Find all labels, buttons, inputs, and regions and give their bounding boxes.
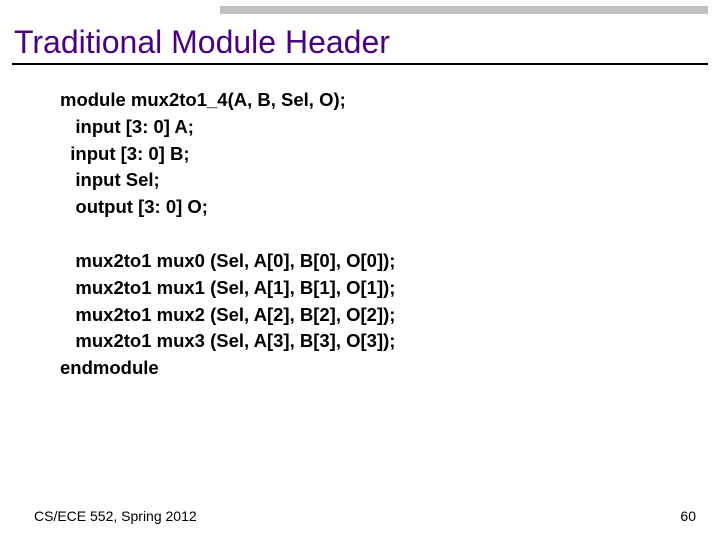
code-block: module mux2to1_4(A, B, Sel, O); input [3…	[60, 87, 720, 382]
footer: CS/ECE 552, Spring 2012 60	[34, 508, 696, 524]
code-line: mux2to1 mux1 (Sel, A[1], B[1], O[1]);	[60, 277, 395, 298]
code-line: input [3: 0] A;	[60, 116, 194, 137]
code-line: output [3: 0] O;	[60, 196, 208, 217]
code-line: endmodule	[60, 357, 159, 378]
code-line: module mux2to1_4(A, B, Sel, O);	[60, 89, 346, 110]
code-line: input [3: 0] B;	[60, 143, 189, 164]
footer-left: CS/ECE 552, Spring 2012	[34, 508, 197, 524]
page-title: Traditional Module Header	[14, 24, 720, 61]
code-line: mux2to1 mux3 (Sel, A[3], B[3], O[3]);	[60, 330, 395, 351]
code-line: mux2to1 mux2 (Sel, A[2], B[2], O[2]);	[60, 304, 395, 325]
slide-body: module mux2to1_4(A, B, Sel, O); input [3…	[0, 65, 720, 540]
code-line: input Sel;	[60, 169, 160, 190]
slide: Traditional Module Header module mux2to1…	[0, 0, 720, 540]
page-number: 60	[680, 508, 696, 524]
top-accent-bar	[220, 6, 708, 14]
code-line: mux2to1 mux0 (Sel, A[0], B[0], O[0]);	[60, 250, 395, 271]
